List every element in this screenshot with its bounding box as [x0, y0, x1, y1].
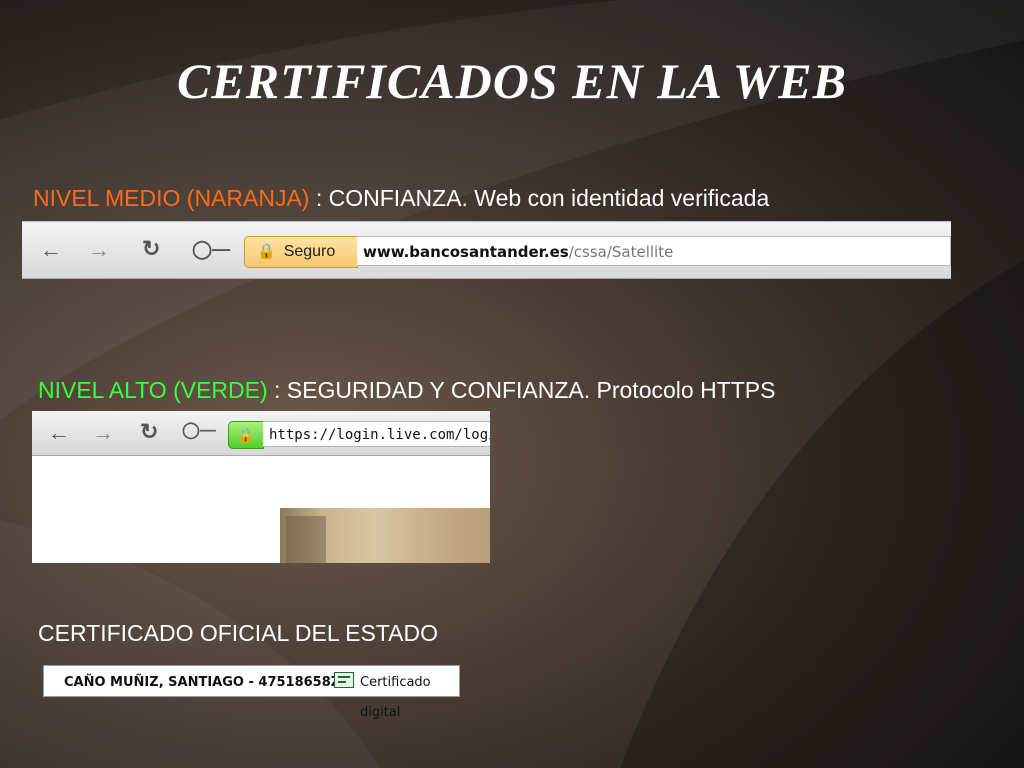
reload-icon[interactable]: ↻: [142, 238, 160, 260]
address-bar[interactable]: https://login.live.com/login.sr: [263, 421, 490, 447]
browser-toolbar-high: ← → ↻ ◯— 🔒 https://login.live.com/login.…: [32, 411, 490, 456]
certificate-owner: CAÑO MUÑIZ, SANTIAGO - 47518658Z: [64, 675, 341, 690]
url-domain: www.bancosantander.es: [363, 243, 569, 261]
browser-window-high: ← → ↻ ◯— 🔒 https://login.live.com/login.…: [32, 411, 490, 563]
url-path: /cssa/Satellite: [568, 243, 674, 261]
official-heading: CERTIFICADO OFICIAL DEL ESTADO: [38, 620, 439, 646]
key-icon[interactable]: ◯—: [182, 423, 216, 439]
level-medium-text: NIVEL MEDIO (NARANJA) : CONFIANZA. Web c…: [33, 185, 769, 212]
level-medium-highlight: NIVEL MEDIO (NARANJA): [33, 185, 310, 211]
lock-icon: 🔒: [257, 243, 276, 260]
certificate-label: Certificado digital: [360, 675, 431, 720]
level-high-text: NIVEL ALTO (VERDE) : SEGURIDAD Y CONFIAN…: [38, 377, 775, 404]
identity-badge-label: Seguro: [283, 243, 336, 260]
lock-icon: 🔒: [237, 427, 255, 443]
reload-icon[interactable]: ↻: [140, 421, 158, 443]
secure-badge[interactable]: 🔒: [228, 421, 264, 449]
back-arrow-icon[interactable]: ←: [40, 239, 62, 261]
certificate-icon: [334, 672, 354, 688]
identity-badge[interactable]: 🔒 Seguro: [244, 236, 358, 268]
address-bar[interactable]: www.bancosantander.es/cssa/Satellite: [357, 236, 951, 266]
certificate-bar: CAÑO MUÑIZ, SANTIAGO - 47518658Z Certifi…: [43, 665, 460, 720]
slide-title: CERTIFICADOS EN LA WEB: [177, 53, 847, 109]
level-high-highlight: NIVEL ALTO (VERDE): [38, 377, 268, 403]
level-medium-description: : CONFIANZA. Web con identidad verificad…: [309, 185, 770, 211]
level-high-description: : SEGURIDAD Y CONFIANZA. Protocolo HTTPS: [267, 377, 776, 403]
back-arrow-icon[interactable]: ←: [48, 422, 70, 444]
browser-toolbar-medium: ← → ↻ ◯— 🔒 Seguro www.bancosantander.es/c…: [22, 221, 951, 279]
key-icon[interactable]: ◯—: [192, 240, 230, 258]
forward-arrow-icon[interactable]: →: [88, 239, 110, 261]
page-content-photo: [280, 508, 490, 563]
forward-arrow-icon[interactable]: →: [92, 422, 114, 444]
